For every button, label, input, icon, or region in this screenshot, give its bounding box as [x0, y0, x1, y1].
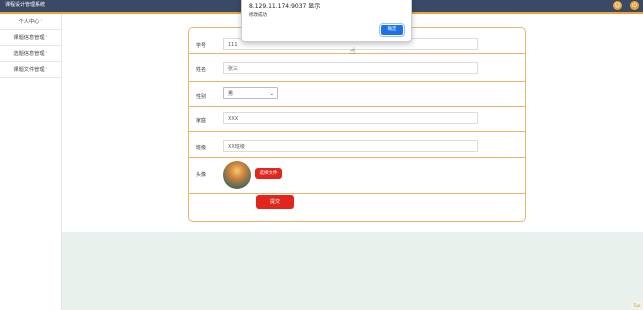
name-field[interactable]: 张三 — [223, 62, 478, 74]
hand-cursor-icon: ☝ — [350, 47, 356, 57]
form-row-name: 姓名 张三 — [189, 54, 525, 82]
chevron-down-icon: ˅ — [45, 35, 48, 40]
alert-dialog: 8.129.11.174:9037 显示 修改成功 确定 — [241, 0, 412, 42]
corner-badge[interactable]: Tuo — [631, 301, 643, 310]
sidebar-item-personal-center[interactable]: 个人中心˅ — [0, 14, 61, 30]
chevron-down-icon: ˅ — [45, 67, 48, 72]
chevron-down-icon: ⌄ — [269, 91, 274, 97]
sidebar-item-topic-files[interactable]: 课题文件管理˅ — [0, 62, 61, 78]
field-label: 家庭 — [196, 118, 207, 124]
form-row-home: 家庭 XXX — [189, 107, 525, 132]
form-row-class: 班级 XX班级 — [189, 132, 525, 158]
content-background — [62, 232, 643, 310]
field-label: 班级 — [196, 145, 207, 151]
chevron-down-icon: ˅ — [40, 19, 43, 24]
field-label: 性别 — [196, 94, 207, 100]
sidebar-item-label: 课题文件管理 — [13, 67, 45, 73]
field-label: 学号 — [196, 43, 207, 49]
sidebar-item-label: 个人中心 — [18, 19, 40, 25]
gender-select[interactable]: 男 ⌄ — [223, 87, 278, 99]
submit-button[interactable]: 提交 — [256, 195, 294, 209]
field-label: 姓名 — [196, 67, 207, 73]
sidebar-item-label: 选题信息管理 — [13, 51, 45, 57]
dialog-origin: 8.129.11.174:9037 显示 — [249, 3, 321, 10]
user-icon[interactable]: ☺ — [613, 1, 622, 10]
sidebar-item-selection-info[interactable]: 选题信息管理˅ — [0, 46, 61, 62]
form-row-gender: 性别 男 ⌄ — [189, 82, 525, 107]
home-field[interactable]: XXX — [223, 112, 478, 124]
dialog-ok-button[interactable]: 确定 — [379, 23, 405, 37]
form-row-avatar: 头像 选择文件 — [189, 158, 525, 194]
field-label: 头像 — [196, 172, 207, 178]
sidebar-item-topic-info[interactable]: 课题信息管理˅ — [0, 30, 61, 46]
dialog-message: 修改成功 — [249, 13, 267, 18]
choose-file-button[interactable]: 选择文件 — [255, 168, 282, 179]
app-title: 课程设计管理系统 — [5, 2, 46, 8]
sidebar: 个人中心˅ 课题信息管理˅ 选题信息管理˅ 课题文件管理˅ — [0, 14, 62, 310]
chevron-down-icon: ˅ — [45, 51, 48, 56]
sidebar-item-label: 课题信息管理 — [13, 35, 45, 41]
power-icon[interactable]: ⏻ — [630, 1, 639, 10]
class-field[interactable]: XX班级 — [223, 140, 478, 152]
avatar — [223, 161, 251, 189]
gender-select-value: 男 — [228, 91, 234, 97]
profile-form: 学号 111 姓名 张三 性别 男 ⌄ 家庭 XXX 班级 XX班级 头像 选择… — [188, 27, 526, 222]
